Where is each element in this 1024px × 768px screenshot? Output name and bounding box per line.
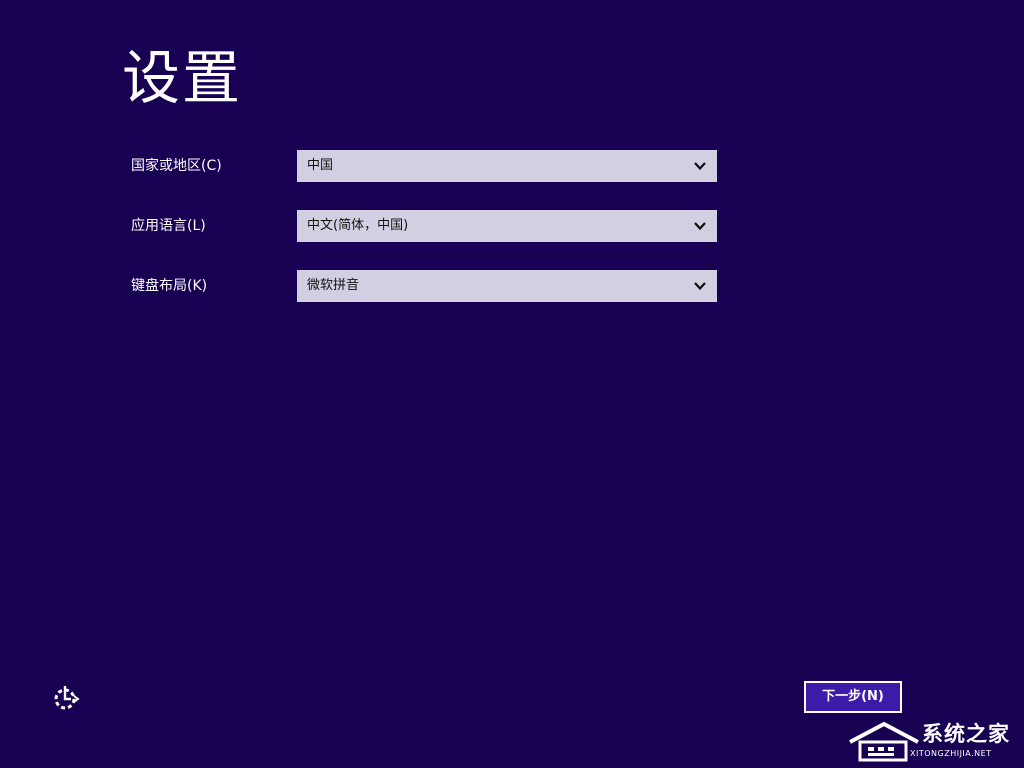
keyboard-value: 微软拼音 bbox=[307, 278, 360, 293]
house-logo-icon bbox=[849, 721, 919, 762]
country-select[interactable]: 中国 bbox=[297, 150, 717, 182]
chevron-down-icon bbox=[694, 222, 706, 231]
watermark-title: 系统之家 bbox=[922, 722, 1010, 746]
keyboard-label: 键盘布局(K) bbox=[131, 278, 208, 294]
next-button[interactable]: 下一步(N) bbox=[804, 681, 902, 713]
chevron-down-icon bbox=[694, 162, 706, 171]
language-value: 中文(简体，中国) bbox=[307, 218, 409, 233]
gear-clock-icon[interactable] bbox=[52, 684, 80, 712]
watermark-subtitle: XITONGZHIJIA.NET bbox=[910, 749, 992, 758]
language-label: 应用语言(L) bbox=[131, 218, 206, 234]
language-select[interactable]: 中文(简体，中国) bbox=[297, 210, 717, 242]
chevron-down-icon bbox=[694, 282, 706, 291]
country-row: 国家或地区(C) 中国 bbox=[0, 150, 1024, 182]
watermark: 系统之家 XITONGZHIJIA.NET bbox=[846, 716, 1020, 766]
language-row: 应用语言(L) 中文(简体，中国) bbox=[0, 210, 1024, 242]
country-label: 国家或地区(C) bbox=[131, 158, 222, 174]
country-value: 中国 bbox=[307, 158, 334, 173]
keyboard-row: 键盘布局(K) 微软拼音 bbox=[0, 270, 1024, 302]
keyboard-select[interactable]: 微软拼音 bbox=[297, 270, 717, 302]
page-title: 设置 bbox=[122, 44, 243, 112]
